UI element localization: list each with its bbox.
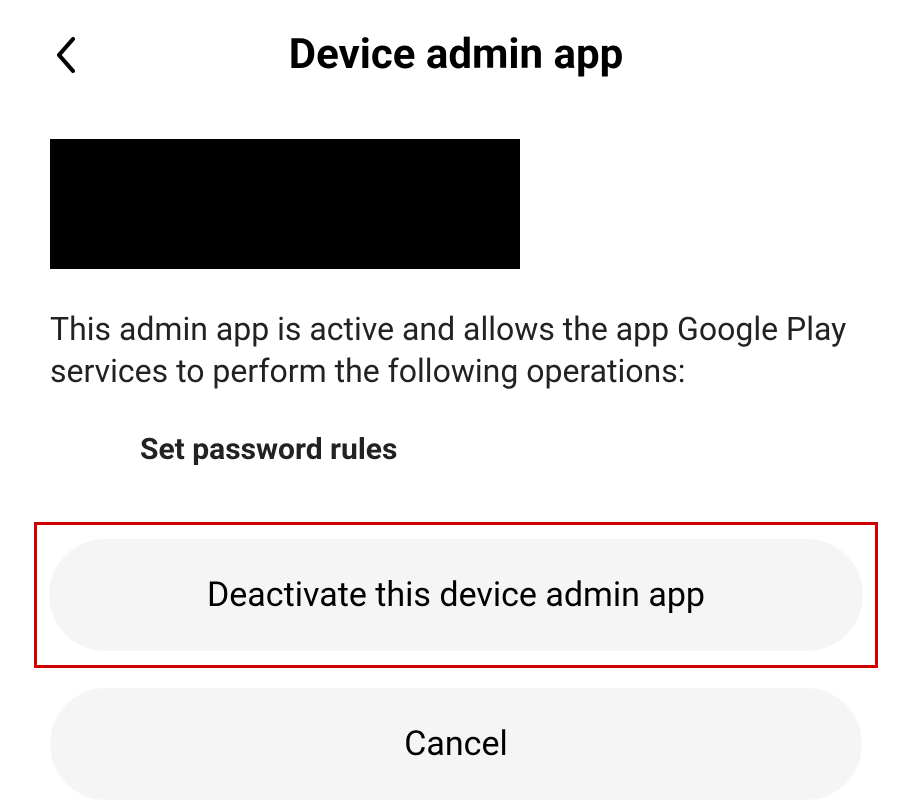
admin-description: This admin app is active and allows the …	[50, 309, 862, 392]
cancel-button[interactable]: Cancel	[50, 688, 862, 800]
operation-item: Set password rules	[50, 432, 862, 467]
content-area: This admin app is active and allows the …	[0, 139, 912, 800]
cancel-button-wrap: Cancel	[50, 688, 862, 800]
highlight-box: Deactivate this device admin app	[34, 522, 878, 668]
app-icon-redacted	[50, 139, 520, 269]
back-icon[interactable]	[55, 35, 79, 75]
header: Device admin app	[0, 0, 912, 99]
page-title: Device admin app	[40, 30, 872, 79]
deactivate-button[interactable]: Deactivate this device admin app	[49, 539, 863, 651]
